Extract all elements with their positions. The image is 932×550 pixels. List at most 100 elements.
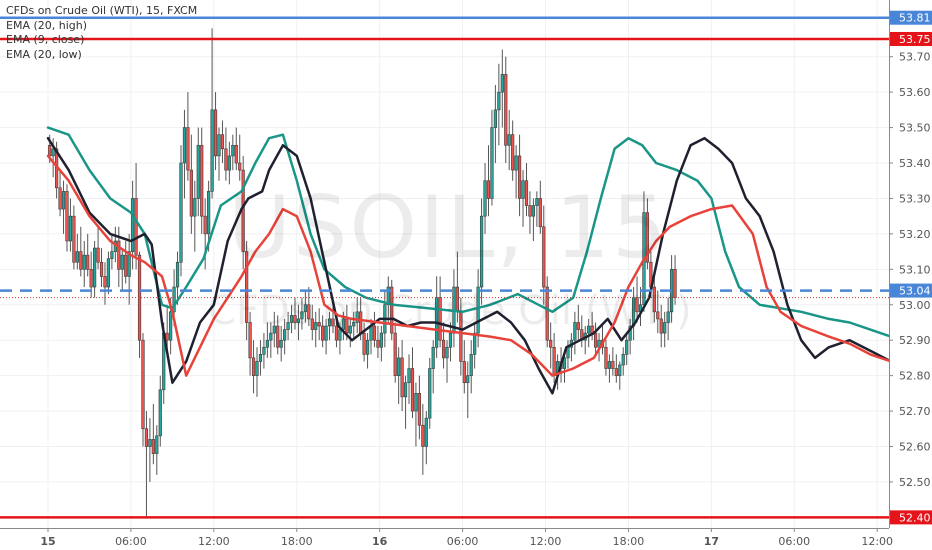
candle-body xyxy=(400,357,404,398)
candle-body xyxy=(196,144,200,199)
candle-body xyxy=(258,354,263,362)
candle-body xyxy=(455,286,459,313)
candle-body xyxy=(376,339,380,348)
candle xyxy=(390,279,394,341)
level-label: 53.81 xyxy=(899,12,931,25)
candle-body xyxy=(635,297,639,313)
candle xyxy=(106,251,111,295)
candle xyxy=(614,354,618,383)
candle xyxy=(276,315,280,355)
candle xyxy=(210,28,214,199)
candle xyxy=(148,418,152,482)
candle xyxy=(435,276,439,358)
price-label: 53.20 xyxy=(899,228,931,241)
legend-ema-high: EMA (20, high) xyxy=(6,18,88,32)
candle-body xyxy=(352,322,356,327)
candle-body xyxy=(483,180,487,217)
candle xyxy=(576,304,580,341)
candle xyxy=(521,170,525,227)
candle-body xyxy=(469,354,473,376)
candle-body xyxy=(217,134,221,157)
candle-body xyxy=(134,198,138,256)
candle-body xyxy=(666,311,670,323)
candle xyxy=(666,297,670,341)
candle xyxy=(452,269,456,348)
price-label: 52.80 xyxy=(899,370,931,383)
candle xyxy=(424,411,428,465)
candle xyxy=(327,311,332,341)
price-label: 53.70 xyxy=(899,51,931,64)
candle-body xyxy=(438,297,442,341)
candle-body xyxy=(241,169,245,252)
candle-body xyxy=(234,144,238,164)
candle-body xyxy=(545,286,549,341)
candle xyxy=(618,361,622,390)
candle-body xyxy=(227,155,231,171)
candle xyxy=(445,340,449,383)
candle-body xyxy=(421,424,425,447)
candle-body xyxy=(93,247,97,288)
candle xyxy=(127,233,131,305)
candle-body xyxy=(497,91,501,111)
candle-body xyxy=(148,439,152,447)
candle xyxy=(68,198,73,252)
price-label: 52.60 xyxy=(899,440,931,453)
candle xyxy=(348,318,352,348)
candle-body xyxy=(231,144,235,157)
candle-body xyxy=(473,332,477,355)
candle-body xyxy=(169,311,173,341)
level-label: 53.04 xyxy=(899,285,931,298)
candle-body xyxy=(369,325,373,341)
candle xyxy=(410,347,415,419)
candle xyxy=(124,240,128,284)
candle xyxy=(504,56,508,164)
candle-body xyxy=(179,162,183,263)
candlestick-chart[interactable]: 52.50 52.60 52.70 52.80 52.90 53.00 53.10 53.20… xyxy=(0,0,932,550)
candle xyxy=(231,134,235,171)
price-label: 52.70 xyxy=(899,405,931,418)
candle-body xyxy=(327,318,332,327)
candle xyxy=(587,318,591,348)
candle-body xyxy=(75,251,79,263)
candle xyxy=(365,333,370,369)
candle xyxy=(262,333,266,369)
candle xyxy=(379,326,383,362)
candle-body xyxy=(289,315,294,323)
candle xyxy=(352,311,356,341)
candle xyxy=(517,134,522,217)
candle xyxy=(258,340,263,376)
candle-body xyxy=(445,346,449,359)
candle xyxy=(65,184,69,252)
candle-body xyxy=(621,354,625,366)
candle-body xyxy=(99,261,104,277)
candle xyxy=(397,347,401,404)
candle xyxy=(265,322,269,358)
candle xyxy=(531,198,535,241)
candle xyxy=(58,170,62,217)
candle-body xyxy=(79,251,83,270)
candle xyxy=(248,311,252,376)
candle-body xyxy=(182,127,187,164)
candle-body xyxy=(279,339,283,348)
candle xyxy=(61,180,66,234)
candle xyxy=(569,333,574,362)
candle xyxy=(386,276,390,323)
candle-body xyxy=(393,332,397,376)
candle xyxy=(155,425,159,475)
candle xyxy=(227,141,231,185)
candle-body xyxy=(324,325,328,341)
candle-body xyxy=(517,155,522,199)
candle-body xyxy=(403,382,408,398)
candle xyxy=(151,403,155,465)
candle xyxy=(255,347,259,397)
candle xyxy=(141,333,145,447)
candle xyxy=(120,248,124,291)
candle xyxy=(638,287,643,327)
candle-body xyxy=(310,318,314,330)
legend-ema-close: EMA (9, close) xyxy=(6,33,85,46)
candle xyxy=(524,163,529,217)
price-label: 53.60 xyxy=(899,86,931,99)
candle xyxy=(421,403,425,475)
chart-legend: CFDs on Crude Oil (WTI), 15, FXCM EMA (2… xyxy=(6,4,197,62)
candle-body xyxy=(493,109,497,128)
